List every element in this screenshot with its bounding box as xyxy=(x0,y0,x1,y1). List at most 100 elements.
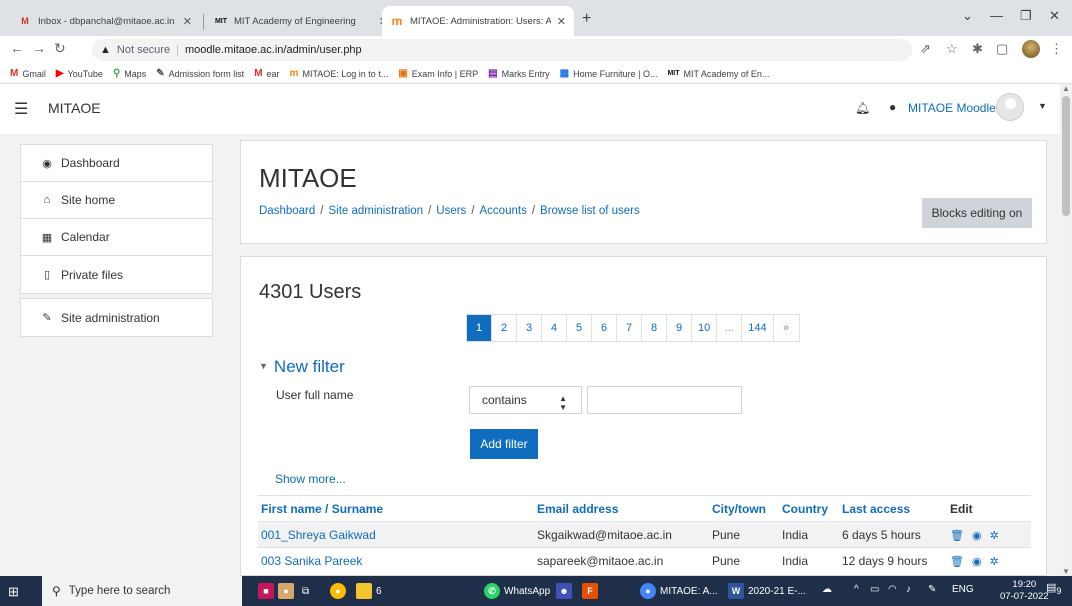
breadcrumb-browse-users[interactable]: Browse list of users xyxy=(540,205,640,217)
address-bar[interactable]: ▲ Not secure | moodle.mitaoe.ac.in/admin… xyxy=(92,39,912,61)
page-link-144[interactable]: 144 xyxy=(742,315,774,341)
page-next[interactable]: » xyxy=(773,315,799,341)
blocks-editing-button[interactable]: Blocks editing on xyxy=(922,198,1032,228)
scroll-thumb[interactable] xyxy=(1062,96,1070,216)
notification-center-icon[interactable]: ▤9 xyxy=(1046,581,1062,596)
new-tab-button[interactable]: + xyxy=(582,10,591,28)
reload-icon[interactable]: ↻ xyxy=(54,40,66,57)
breadcrumb-site-administration[interactable]: Site administration xyxy=(328,205,423,217)
col-name[interactable]: First name / Surname xyxy=(258,495,534,522)
bookmark-star-icon[interactable]: ☆ xyxy=(946,41,958,57)
bookmark-exam-info[interactable]: ▣ Exam Info | ERP xyxy=(398,68,478,79)
profile-avatar[interactable] xyxy=(1022,40,1040,58)
taskbar-file-explorer[interactable]: 6 xyxy=(356,581,382,601)
windows-start-icon[interactable]: ⊞ xyxy=(8,584,19,600)
scroll-up-icon[interactable]: ▲ xyxy=(1062,84,1070,93)
page-link-3[interactable]: 3 xyxy=(517,315,542,341)
col-country[interactable]: Country xyxy=(779,495,839,522)
add-filter-button[interactable]: Add filter xyxy=(470,429,538,459)
site-brand[interactable]: MITAOE xyxy=(48,100,101,116)
menu-kebab-icon[interactable]: ⋮ xyxy=(1050,41,1063,57)
page-scrollbar[interactable]: ▲ ▼ xyxy=(1060,84,1072,576)
trash-icon[interactable]: 🗑︎ xyxy=(950,556,964,568)
message-icon[interactable]: ● xyxy=(889,100,896,114)
minimize-icon[interactable]: — xyxy=(990,8,1003,23)
new-filter-toggle[interactable]: ▼ New filter xyxy=(259,357,345,377)
eye-icon[interactable]: ◉ xyxy=(972,556,982,568)
bookmark-mitaoe-login[interactable]: m MITAOE: Log in to t... xyxy=(290,68,389,79)
user-avatar[interactable] xyxy=(996,93,1024,121)
battery-icon[interactable]: ▭ xyxy=(870,584,879,595)
gear-icon[interactable]: ✲ xyxy=(990,530,999,542)
nav-item-private-files[interactable]: ▯ Private files xyxy=(21,256,212,293)
tab-gmail[interactable]: M Inbox - dbpanchal@mitaoe.ac.in ✕ xyxy=(10,6,200,36)
nav-item-site-administration[interactable]: ✎ Site administration xyxy=(21,299,212,336)
tab-search-icon[interactable]: ⌄ xyxy=(962,8,973,24)
side-panel-icon[interactable]: ▢ xyxy=(996,41,1008,57)
close-window-icon[interactable]: ✕ xyxy=(1049,8,1060,24)
taskbar-whatsapp[interactable]: ✆ WhatsApp xyxy=(484,581,550,601)
taskbar-app-cookie[interactable]: ● xyxy=(278,581,298,601)
filter-value-input[interactable] xyxy=(587,386,742,414)
taskbar-clock[interactable]: 19:20 07-07-2022 xyxy=(1000,579,1049,603)
user-name[interactable]: MITAOE Moodle xyxy=(908,101,996,115)
back-icon[interactable]: ← xyxy=(10,40,24,56)
col-city[interactable]: City/town xyxy=(709,495,779,522)
taskbar-app-gallery[interactable]: ■ xyxy=(258,581,278,601)
bookmark-mit-academy[interactable]: MIT MIT Academy of En... xyxy=(667,69,769,79)
bookmark-gmail[interactable]: M Gmail xyxy=(10,68,46,79)
close-icon[interactable]: ✕ xyxy=(183,15,192,28)
extensions-icon[interactable]: ✱ xyxy=(972,41,983,57)
col-last-access[interactable]: Last access xyxy=(839,495,947,522)
restore-icon[interactable]: ❐ xyxy=(1020,8,1032,24)
language-indicator[interactable]: ENG xyxy=(952,584,974,595)
taskbar-chrome-moodle[interactable]: ● MITAOE: A... xyxy=(640,581,718,601)
eye-icon[interactable]: ◉ xyxy=(972,530,982,542)
forward-icon[interactable]: → xyxy=(32,40,46,56)
page-link-2[interactable]: 2 xyxy=(492,315,517,341)
breadcrumb-accounts[interactable]: Accounts xyxy=(480,205,527,217)
filter-operator-select[interactable]: contains ▲ ▼ xyxy=(469,386,582,414)
page-link-9[interactable]: 9 xyxy=(667,315,692,341)
user-name-link[interactable]: 003 Sanika Pareek xyxy=(261,554,362,568)
taskbar-app-people[interactable]: ☻ xyxy=(556,581,576,601)
taskbar-search-box[interactable]: ⚲ Type here to search xyxy=(42,576,242,606)
taskbar-chrome[interactable]: ● xyxy=(330,581,350,601)
scroll-down-icon[interactable]: ▼ xyxy=(1062,567,1070,576)
page-link-10[interactable]: 10 xyxy=(692,315,718,341)
taskbar-word[interactable]: W 2020-21 E-... xyxy=(728,581,806,601)
wifi-icon[interactable]: ◠ xyxy=(888,584,897,595)
col-email[interactable]: Email address xyxy=(534,495,709,522)
volume-icon[interactable]: ♪ xyxy=(906,584,911,595)
bookmark-ear[interactable]: Mear xyxy=(254,68,279,79)
bookmark-admission[interactable]: ✎ Admission form list xyxy=(156,68,244,79)
breadcrumb-dashboard[interactable]: Dashboard xyxy=(259,205,315,217)
close-icon[interactable]: ✕ xyxy=(557,15,566,28)
pen-icon[interactable]: ✎ xyxy=(928,584,936,595)
bookmark-maps[interactable]: ⚲ Maps xyxy=(113,68,146,79)
bookmark-marks-entry[interactable]: ▤ Marks Entry xyxy=(488,68,549,79)
hamburger-menu-icon[interactable]: ☰ xyxy=(14,99,28,119)
bookmark-youtube[interactable]: ▶ YouTube xyxy=(56,68,103,79)
user-name-link[interactable]: 001_Shreya Gaikwad xyxy=(261,528,376,542)
breadcrumb-users[interactable]: Users xyxy=(436,205,466,217)
tab-mit[interactable]: MIT MIT Academy of Engineering ✕ xyxy=(206,6,396,36)
nav-item-site-home[interactable]: ⌂ Site home xyxy=(21,182,212,219)
bell-icon[interactable]: 🔔︎ xyxy=(855,101,870,115)
taskbar-app-orange[interactable]: F xyxy=(582,581,602,601)
nav-item-dashboard[interactable]: ◉ Dashboard xyxy=(21,145,212,182)
tray-overflow-icon[interactable]: ^ xyxy=(854,584,859,595)
weather-icon[interactable]: ☁ xyxy=(822,584,832,595)
page-link-5[interactable]: 5 xyxy=(567,315,592,341)
tab-moodle-active[interactable]: m MITAOE: Administration: Users: A ✕ xyxy=(382,6,574,36)
trash-icon[interactable]: 🗑︎ xyxy=(950,530,964,542)
page-link-4[interactable]: 4 xyxy=(542,315,567,341)
task-view-button[interactable]: ⧉ xyxy=(302,581,309,601)
share-icon[interactable]: ⇗ xyxy=(920,41,931,57)
gear-icon[interactable]: ✲ xyxy=(990,556,999,568)
page-link-8[interactable]: 8 xyxy=(642,315,667,341)
page-link-7[interactable]: 7 xyxy=(617,315,642,341)
show-more-link[interactable]: Show more... xyxy=(275,472,346,486)
chevron-down-icon[interactable]: ▼ xyxy=(1038,101,1047,111)
page-link-1[interactable]: 1 xyxy=(467,315,492,341)
